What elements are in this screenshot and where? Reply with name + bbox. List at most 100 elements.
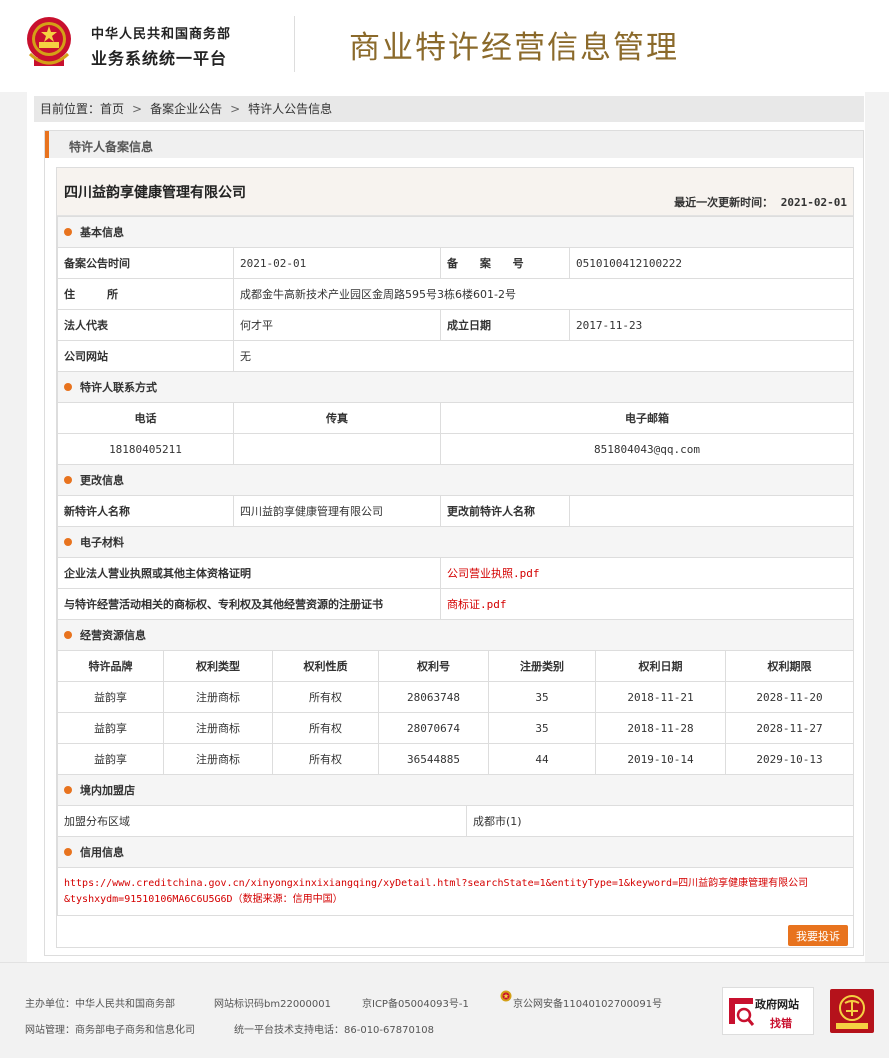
section-basic-title: 基本信息: [80, 226, 124, 239]
header-divider: [294, 16, 295, 72]
breadcrumb-separator: >: [230, 102, 241, 116]
fax-header: 传真: [233, 402, 441, 434]
magnifier-icon: [729, 998, 755, 1026]
credit-link-line1: https://www.creditchina.gov.cn/xinyongxi…: [64, 877, 809, 889]
section-row: 基本信息: [57, 216, 854, 248]
phone-header: 电话: [57, 402, 234, 434]
site-header: 中华人民共和国商务部 业务系统统一平台 商业特许经营信息管理: [0, 0, 889, 92]
website-value: 无: [233, 340, 854, 372]
footer-host: 主办单位：中华人民共和国商务部: [25, 999, 175, 1010]
company-bar: 四川益韵享健康管理有限公司 最近一次更新时间： 2021-02-01: [57, 168, 853, 216]
table-row: 公司网站 无: [57, 340, 854, 372]
footer-manager: 网站管理：商务部电子商务和信息化司: [25, 1025, 195, 1036]
bullet-icon: [64, 538, 72, 546]
right-type-cell: 注册商标: [163, 712, 273, 744]
table-header-row: 特许品牌 权利类型 权利性质 权利号 注册类别 权利日期 权利期限: [57, 650, 855, 682]
table-row: 电话 传真 电子邮箱: [57, 402, 854, 434]
section-row: 信用信息: [57, 836, 854, 868]
new-name-label: 新特许人名称: [57, 495, 234, 527]
address-label: 住所: [57, 278, 234, 310]
bullet-icon: [64, 631, 72, 639]
bullet-icon: [64, 383, 72, 391]
expiry-cell: 2028-11-20: [724, 681, 855, 713]
footer-police-link[interactable]: 京公网安备11040102700091号: [513, 995, 662, 1010]
breadcrumb-notice-link[interactable]: 备案企业公告: [150, 96, 222, 122]
section-contact-title: 特许人联系方式: [80, 381, 157, 394]
section-materials-title: 电子材料: [80, 536, 124, 549]
footer-support: 统一平台技术支持电话：86-010-67870108: [234, 1025, 434, 1036]
right-type-cell: 注册商标: [163, 681, 273, 713]
table-row: 住所 成都金牛高新技术产业园区金周路595号3栋6楼601-2号: [57, 278, 854, 310]
franchisor-panel: 特许人备案信息 四川益韵享健康管理有限公司 最近一次更新时间： 2021-02-…: [44, 130, 864, 956]
org-name-line1: 中华人民共和国商务部: [91, 27, 232, 42]
right-nature-cell: 所有权: [272, 681, 379, 713]
expiry-cell: 2028-11-27: [724, 712, 855, 744]
info-table: 基本信息 备案公告时间 2021-02-01 备 案 号 05101004121…: [57, 216, 854, 527]
class-cell: 44: [488, 743, 596, 775]
legal-rep-label: 法人代表: [57, 309, 234, 341]
section-row: 经营资源信息: [56, 619, 855, 651]
table-row: 益韵享 注册商标 所有权 28070674 35 2018-11-28 2028…: [57, 712, 855, 744]
resources-table: 经营资源信息 特许品牌 权利类型 权利性质 权利号 注册类别 权利日期 权利期限…: [56, 619, 855, 775]
legal-rep-value: 何才平: [233, 309, 441, 341]
table-row: 18180405211 851804043@qq.com: [57, 433, 854, 465]
class-cell: 35: [488, 681, 596, 713]
column-header: 权利性质: [272, 650, 379, 682]
police-badge-icon: [500, 990, 512, 1002]
table-row: 加盟分布区域 成都市(1): [57, 805, 854, 837]
trademark-file-link[interactable]: 商标证.pdf: [440, 588, 854, 620]
credit-link-line2: &tyshxydm=91510106MA6C6U5G6D（数据来源：信用中国）: [64, 893, 343, 905]
breadcrumb: 目前位置：首页 > 备案企业公告 > 特许人公告信息: [34, 96, 864, 122]
credit-link[interactable]: https://www.creditchina.gov.cn/xinyongxi…: [57, 867, 854, 916]
table-row: 益韵享 注册商标 所有权 28063748 35 2018-11-21 2028…: [57, 681, 855, 713]
party-emblem-icon[interactable]: [830, 989, 874, 1033]
record-card: 四川益韵享健康管理有限公司 最近一次更新时间： 2021-02-01 基本信息 …: [56, 167, 855, 948]
notice-time-value: 2021-02-01: [233, 247, 441, 279]
date-cell: 2019-10-14: [595, 743, 726, 775]
breadcrumb-current: 特许人公告信息: [248, 102, 333, 116]
last-update: 最近一次更新时间： 2021-02-01: [674, 194, 847, 210]
section-row: 特许人联系方式: [57, 371, 854, 403]
section-row: 境内加盟店: [57, 774, 854, 806]
table-row: 企业法人营业执照或其他主体资格证明 公司营业执照.pdf: [57, 557, 854, 589]
founded-label: 成立日期: [440, 309, 570, 341]
footer-site-code: 网站标识码bm22000001: [214, 999, 331, 1010]
expiry-cell: 2029-10-13: [724, 743, 855, 775]
brand-cell: 益韵享: [57, 681, 164, 713]
record-no-label: 备 案 号: [440, 247, 570, 279]
section-credit-title: 信用信息: [80, 846, 124, 859]
address-value: 成都金牛高新技术产业园区金周路595号3栋6楼601-2号: [233, 278, 854, 310]
last-update-label: 最近一次更新时间：: [674, 196, 774, 209]
company-name: 四川益韵享健康管理有限公司: [64, 185, 246, 201]
license-file-link[interactable]: 公司营业执照.pdf: [440, 557, 854, 589]
column-header: 注册类别: [488, 650, 596, 682]
footer-icp-link[interactable]: 京ICP备05004093号-1: [362, 995, 469, 1010]
new-name-value: 四川益韵享健康管理有限公司: [233, 495, 441, 527]
fax-value: [233, 433, 441, 465]
credit-table: 信用信息 https://www.creditchina.gov.cn/xiny…: [57, 836, 854, 916]
gov-website-error-badge[interactable]: 政府网站 找错: [722, 987, 814, 1035]
table-row: 法人代表 何才平 成立日期 2017-11-23: [57, 309, 854, 341]
date-cell: 2018-11-21: [595, 681, 726, 713]
material-label: 与特许经营活动相关的商标权、专利权及其他经营资源的注册证书: [57, 588, 441, 620]
stores-table: 境内加盟店 加盟分布区域 成都市(1): [57, 774, 854, 837]
panel-title: 特许人备案信息: [69, 140, 154, 154]
section-row: 更改信息: [57, 464, 854, 496]
bullet-icon: [64, 228, 72, 236]
old-name-label: 更改前特许人名称: [440, 495, 570, 527]
email-value: 851804043@qq.com: [440, 433, 854, 465]
breadcrumb-separator: >: [132, 102, 143, 116]
bullet-icon: [64, 848, 72, 856]
brand-cell: 益韵享: [57, 712, 164, 744]
gov-badge-subtitle: 找错: [770, 1017, 792, 1030]
right-no-cell: 28063748: [378, 681, 489, 713]
org-name-line2: 业务系统统一平台: [91, 49, 228, 68]
section-resources-title: 经营资源信息: [80, 629, 146, 642]
region-value: 成都市(1): [466, 805, 854, 837]
table-row: 益韵享 注册商标 所有权 36544885 44 2019-10-14 2029…: [57, 743, 855, 775]
website-label: 公司网站: [57, 340, 234, 372]
complain-button[interactable]: 我要投诉: [788, 925, 848, 946]
breadcrumb-home-link[interactable]: 首页: [100, 96, 124, 122]
phone-value: 18180405211: [57, 433, 234, 465]
bullet-icon: [64, 786, 72, 794]
